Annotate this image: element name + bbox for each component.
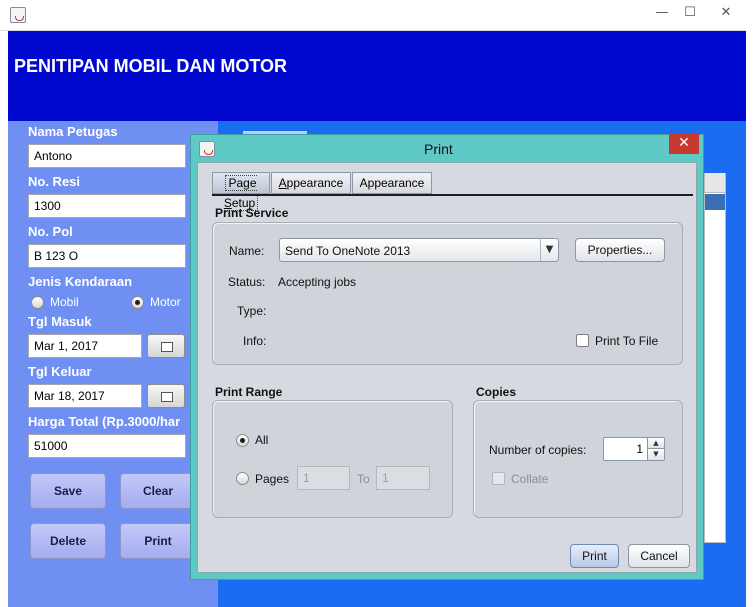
java-app-icon	[10, 7, 26, 23]
name-label: Name:	[229, 244, 265, 258]
print-range-title: Print Range	[215, 385, 283, 399]
printer-select-value: Send To OneNote 2013	[285, 244, 411, 258]
motor-radio[interactable]	[131, 296, 144, 309]
chevron-down-icon[interactable]: ▼	[540, 239, 558, 261]
app-title: PENITIPAN MOBIL DAN MOTOR	[14, 56, 288, 76]
resi-field[interactable]: 1300	[28, 194, 186, 218]
java-app-icon	[199, 141, 215, 157]
tgl-keluar-label: Tgl Keluar	[28, 364, 92, 379]
mobil-radio[interactable]	[31, 296, 44, 309]
collate-label: Collate	[511, 472, 549, 486]
tab-page-setup[interactable]: Appearance	[271, 172, 351, 194]
pol-label: No. Pol	[28, 224, 73, 239]
all-radio[interactable]	[236, 434, 249, 447]
chevron-up-icon[interactable]: ▲	[647, 438, 664, 449]
info-label: Info:	[243, 334, 267, 348]
dialog-title: Print	[424, 141, 453, 157]
dialog-print-button[interactable]: Print	[570, 544, 619, 568]
dialog-close-button[interactable]: ✕	[669, 134, 699, 154]
pages-radio[interactable]	[236, 472, 249, 485]
minimize-button[interactable]: —	[650, 4, 674, 22]
resi-label: No. Resi	[28, 174, 81, 189]
tgl-keluar-field[interactable]: Mar 18, 2017	[28, 384, 142, 408]
calendar-icon[interactable]	[147, 384, 185, 408]
petugas-label: Nama Petugas	[28, 124, 118, 139]
print-to-file-checkbox[interactable]	[576, 334, 589, 347]
copies-title: Copies	[476, 385, 517, 399]
print-button[interactable]: Print	[120, 523, 196, 559]
tab-general[interactable]: Page Setup	[212, 172, 270, 211]
pages-label: Pages	[255, 472, 290, 486]
tab-divider	[212, 194, 693, 196]
save-button[interactable]: Save	[30, 473, 106, 509]
petugas-field[interactable]: Antono	[28, 144, 186, 168]
tgl-masuk-field[interactable]: Mar 1, 2017	[28, 334, 142, 358]
table-row-selected[interactable]	[705, 194, 725, 210]
tab-appearance[interactable]: Appearance	[352, 172, 432, 194]
kendaraan-label: Jenis Kendaraan	[28, 274, 133, 289]
pol-field[interactable]: B 123 O	[28, 244, 186, 268]
data-table[interactable]	[704, 173, 726, 543]
harga-field[interactable]: 51000	[28, 434, 186, 458]
all-label: All	[255, 433, 269, 447]
to-label: To	[357, 472, 370, 486]
tgl-masuk-label: Tgl Masuk	[28, 314, 92, 329]
print-range-group	[212, 400, 453, 518]
print-service-title: Print Service	[215, 206, 289, 220]
harga-label: Harga Total (Rp.3000/har	[28, 414, 181, 429]
copies-value[interactable]: 1	[605, 437, 643, 461]
main-title-bar: — ☐ ✕	[0, 0, 754, 31]
window-border-left	[0, 31, 8, 607]
clear-button[interactable]: Clear	[120, 473, 196, 509]
mobil-radio-label: Mobil	[50, 295, 79, 309]
window-border-right	[746, 0, 754, 607]
close-button[interactable]: ✕	[706, 4, 746, 22]
print-to-file-label: Print To File	[595, 334, 659, 348]
maximize-button[interactable]: ☐	[678, 4, 702, 22]
properties-button[interactable]: Properties...	[575, 238, 665, 262]
status-label: Status:	[228, 275, 266, 289]
pages-to-field[interactable]: 1	[376, 466, 430, 490]
table-header	[705, 173, 725, 193]
type-label: Type:	[237, 304, 267, 318]
dialog-cancel-button[interactable]: Cancel	[628, 544, 690, 568]
status-value: Accepting jobs	[278, 275, 357, 289]
pages-from-field[interactable]: 1	[297, 466, 350, 490]
collate-checkbox[interactable]	[492, 472, 505, 485]
delete-button[interactable]: Delete	[30, 523, 106, 559]
motor-radio-label: Motor	[150, 295, 181, 309]
number-of-copies-label: Number of copies:	[489, 443, 587, 457]
calendar-icon[interactable]	[147, 334, 185, 358]
chevron-down-icon[interactable]: ▼	[647, 449, 664, 460]
